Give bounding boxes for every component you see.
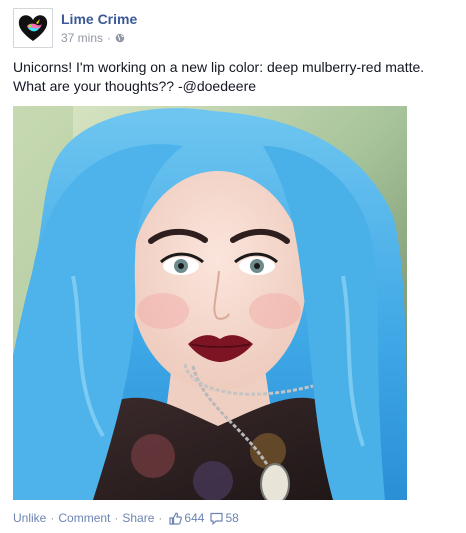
share-button[interactable]: Share [122,510,154,526]
thumbs-up-icon [169,512,183,525]
post-actions: Unlike · Comment · Share · 644 58 [13,510,239,526]
comment-count-button[interactable]: 58 [210,510,239,526]
page-name-link[interactable]: Lime Crime [61,11,137,28]
header-text: Lime Crime 37 mins · [61,8,137,46]
like-count: 644 [184,511,205,525]
globe-icon[interactable] [115,33,125,43]
unlike-button[interactable]: Unlike [13,510,46,526]
facebook-post: Lime Crime 37 mins · Unicorns! I'm worki… [0,0,466,533]
post-photo[interactable] [13,106,407,500]
like-count-button[interactable]: 644 [169,510,204,526]
post-message: Unicorns! I'm working on a new lip color… [13,59,425,94]
avatar[interactable] [13,8,53,48]
unicorn-heart-logo [18,15,48,41]
meta-separator: · [107,31,112,45]
post-meta: 37 mins · [61,30,137,46]
comment-count: 58 [225,511,239,525]
action-separator: · [158,511,163,525]
portrait-illustration [13,106,407,500]
action-separator: · [114,511,119,525]
timestamp[interactable]: 37 mins [61,30,103,46]
action-separator: · [50,511,55,525]
comment-button[interactable]: Comment [58,510,110,526]
post-header: Lime Crime 37 mins · [13,8,137,48]
speech-bubble-icon [210,512,224,525]
